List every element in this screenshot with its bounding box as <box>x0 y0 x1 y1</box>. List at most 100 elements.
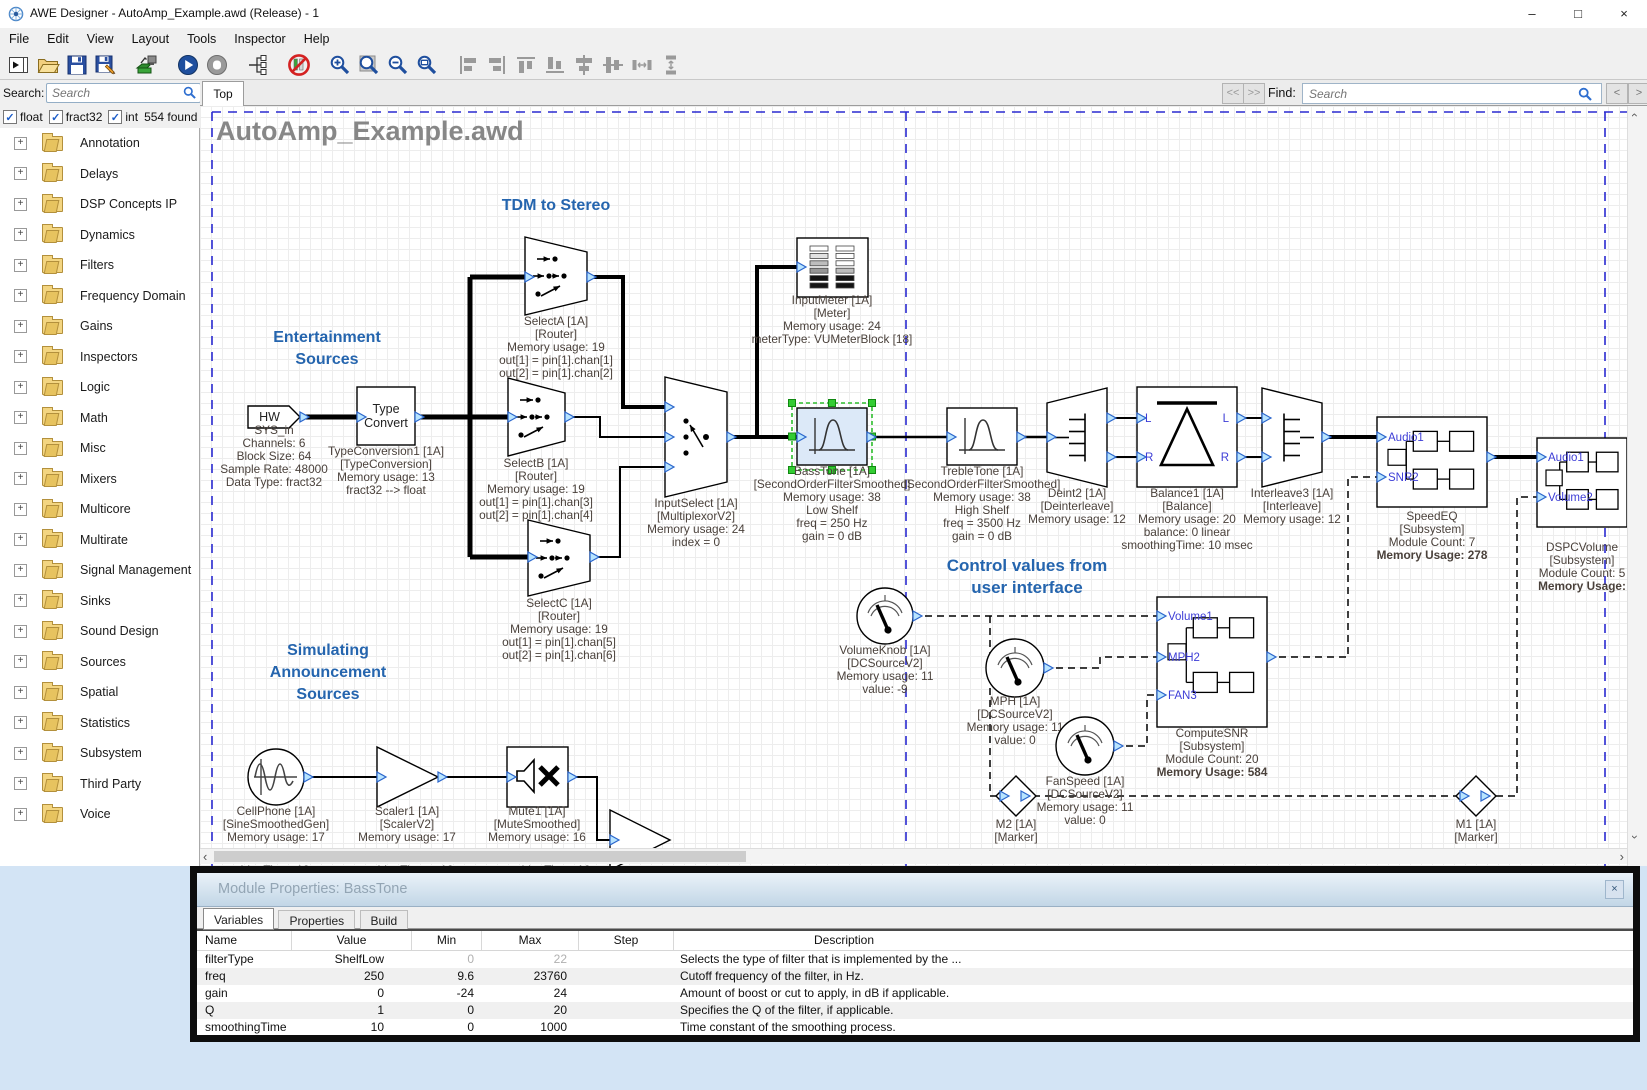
variable-row-gain[interactable]: gain0-2424Amount of boost or cut to appl… <box>197 985 1633 1002</box>
menu-edit[interactable]: Edit <box>38 32 78 46</box>
tab-top[interactable]: Top <box>202 81 244 107</box>
filter-checkbox-float[interactable]: ✓ <box>3 110 17 124</box>
expander-icon[interactable]: + <box>14 198 27 211</box>
column-header-min[interactable]: Min <box>412 931 482 950</box>
sidebar-item-third-party[interactable]: +Third Party <box>0 769 199 799</box>
find-next-double-button[interactable]: >> <box>1243 83 1265 104</box>
block-volumeknob[interactable]: VolumeKnob [1A][DCSourceV2]Memory usage:… <box>837 588 934 696</box>
block-m1[interactable]: M1 [1A][Marker] <box>1454 776 1497 844</box>
sidebar-item-sources[interactable]: +Sources <box>0 647 199 677</box>
sidebar-item-logic[interactable]: +Logic <box>0 372 199 402</box>
save-design-icon[interactable] <box>64 53 90 77</box>
expander-icon[interactable]: + <box>14 228 27 241</box>
block-typeconversion1[interactable]: TypeConvertTypeConversion1 [1A][TypeConv… <box>328 387 444 497</box>
disable-inspectors-icon[interactable] <box>286 53 312 77</box>
align-top-icon[interactable] <box>513 53 539 77</box>
filter-checkbox-fract32[interactable]: ✓ <box>49 110 63 124</box>
scroll-right-icon[interactable]: › <box>1620 849 1624 864</box>
menu-layout[interactable]: Layout <box>123 32 179 46</box>
column-header-name[interactable]: Name <box>197 931 292 950</box>
sidebar-item-sinks[interactable]: +Sinks <box>0 586 199 616</box>
menu-file[interactable]: File <box>0 32 38 46</box>
column-header-step[interactable]: Step <box>579 931 674 950</box>
close-button[interactable]: × <box>1601 0 1647 28</box>
block-m2[interactable]: M2 [1A][Marker] <box>994 776 1037 844</box>
zoom-actual-icon[interactable] <box>356 53 382 77</box>
expander-icon[interactable]: + <box>14 442 27 455</box>
expander-icon[interactable]: + <box>14 625 27 638</box>
canvas-vertical-scrollbar[interactable]: ‹ › <box>1627 106 1647 866</box>
sidebar-item-filters[interactable]: +Filters <box>0 250 199 280</box>
menu-inspector[interactable]: Inspector <box>225 32 294 46</box>
module-properties-header[interactable]: Module Properties: BassTone × <box>197 873 1633 907</box>
sidebar-item-math[interactable]: +Math <box>0 403 199 433</box>
sidebar-item-statistics[interactable]: +Statistics <box>0 708 199 738</box>
sidebar-item-signal-management[interactable]: +Signal Management <box>0 555 199 585</box>
zoom-selection-icon[interactable] <box>414 53 440 77</box>
find-input[interactable] <box>1302 83 1602 104</box>
align-center-vertical-icon[interactable] <box>600 53 626 77</box>
find-prev-button[interactable]: < <box>1606 83 1628 104</box>
expander-icon[interactable]: + <box>14 716 27 729</box>
distribute-vertical-icon[interactable] <box>658 53 684 77</box>
sidebar-item-mixers[interactable]: +Mixers <box>0 464 199 494</box>
variable-row-filterType[interactable]: filterTypeShelfLow022Selects the type of… <box>197 951 1633 968</box>
variable-row-smoothingTime[interactable]: smoothingTime1001000Time constant of the… <box>197 1019 1633 1036</box>
sidebar-item-inspectors[interactable]: +Inspectors <box>0 342 199 372</box>
expander-icon[interactable]: + <box>14 320 27 333</box>
sidebar-item-voice[interactable]: +Voice <box>0 799 199 829</box>
sidebar-item-dsp-concepts-ip[interactable]: +DSP Concepts IP <box>0 189 199 219</box>
block-selectc[interactable]: SelectC [1A][Router]Memory usage: 19out[… <box>502 520 616 662</box>
maximize-button[interactable]: □ <box>1555 0 1601 28</box>
variable-row-Q[interactable]: Q1020Specifies the Q of the filter, if a… <box>197 1002 1633 1019</box>
expander-icon[interactable]: + <box>14 137 27 150</box>
block-computesnr[interactable]: Volume1MPH2FAN3ComputeSNR[Subsystem]Modu… <box>1157 597 1276 779</box>
sidebar-item-gains[interactable]: +Gains <box>0 311 199 341</box>
sidebar-item-sound-design[interactable]: +Sound Design <box>0 616 199 646</box>
block-scaler1[interactable]: Scaler1 [1A][ScalerV2]Memory usage: 17 <box>358 747 456 844</box>
expander-icon[interactable]: + <box>14 533 27 546</box>
align-left-icon[interactable] <box>455 53 481 77</box>
block-cellphone[interactable]: CellPhone [1A][SineSmoothedGen]Memory us… <box>223 749 329 844</box>
expander-icon[interactable]: + <box>14 564 27 577</box>
block-dspcvolume[interactable]: Audio1Volume2DSPCVolume[Subsystem]Module… <box>1537 438 1627 593</box>
expander-icon[interactable]: + <box>14 259 27 272</box>
find-prev-double-button[interactable]: << <box>1222 83 1244 104</box>
filter-checkbox-int[interactable]: ✓ <box>108 110 122 124</box>
expander-icon[interactable]: + <box>14 289 27 302</box>
find-next-button[interactable]: > <box>1628 83 1647 104</box>
minimize-button[interactable]: – <box>1509 0 1555 28</box>
sidebar-item-subsystem[interactable]: +Subsystem <box>0 738 199 768</box>
sidebar-item-multicore[interactable]: +Multicore <box>0 494 199 524</box>
connect-target-icon[interactable] <box>134 53 160 77</box>
menu-tools[interactable]: Tools <box>178 32 225 46</box>
align-right-icon[interactable] <box>484 53 510 77</box>
block-deint2[interactable]: Deint2 [1A][Deinterleave]Memory usage: 1… <box>1028 388 1126 526</box>
expander-icon[interactable]: + <box>14 503 27 516</box>
expander-icon[interactable]: + <box>14 594 27 607</box>
horizontal-scroll-thumb[interactable] <box>214 851 746 862</box>
save-design-as-icon[interactable] <box>93 53 119 77</box>
new-design-icon[interactable] <box>6 53 32 77</box>
run-icon[interactable] <box>175 53 201 77</box>
scroll-down-icon[interactable]: › <box>1628 835 1642 839</box>
distribute-horizontal-icon[interactable] <box>629 53 655 77</box>
module-search-input[interactable] <box>46 83 201 103</box>
expander-icon[interactable]: + <box>14 808 27 821</box>
expander-icon[interactable]: + <box>14 472 27 485</box>
design-canvas[interactable]: AutoAmp_Example.awdTDM to StereoEntertai… <box>200 106 1627 866</box>
sidebar-item-multirate[interactable]: +Multirate <box>0 525 199 555</box>
tab-build[interactable]: Build <box>360 910 409 930</box>
expander-icon[interactable]: + <box>14 777 27 790</box>
zoom-out-icon[interactable] <box>385 53 411 77</box>
sidebar-item-spatial[interactable]: +Spatial <box>0 677 199 707</box>
sidebar-item-annotation[interactable]: +Annotation <box>0 128 199 158</box>
column-header-value[interactable]: Value <box>292 931 412 950</box>
column-header-description[interactable]: Description <box>674 931 1014 950</box>
variable-row-freq[interactable]: freq2509.623760Cutoff frequency of the f… <box>197 968 1633 985</box>
sidebar-item-misc[interactable]: +Misc <box>0 433 199 463</box>
panel-close-icon[interactable]: × <box>1605 880 1624 899</box>
sidebar-item-delays[interactable]: +Delays <box>0 159 199 189</box>
tab-variables[interactable]: Variables <box>203 908 274 930</box>
sidebar-item-frequency-domain[interactable]: +Frequency Domain <box>0 281 199 311</box>
